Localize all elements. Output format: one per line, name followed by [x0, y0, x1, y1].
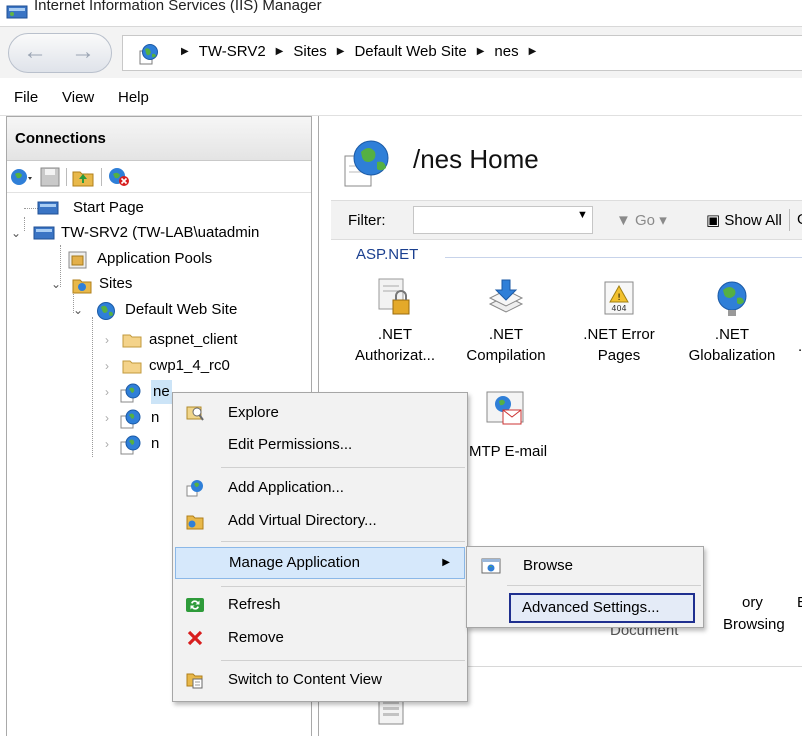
expand-chevron-icon[interactable]: ›	[105, 380, 109, 404]
add-application-icon	[186, 480, 203, 497]
expand-chevron-icon[interactable]: ›	[105, 354, 109, 378]
folder-icon	[122, 360, 142, 374]
feature-directory-browsing-line2[interactable]: Browsing	[723, 616, 785, 633]
menu-item-switch-content-view[interactable]: Switch to Content View	[175, 665, 465, 695]
feature-net-error-pages[interactable]: ! 404 .NET Error Pages	[559, 276, 679, 366]
lock-document-icon	[378, 278, 410, 315]
truncated-feature-label: .	[798, 338, 802, 355]
connections-header: Connections	[7, 117, 311, 161]
breadcrumb-nes[interactable]: nes	[494, 43, 518, 60]
website-globe-icon	[97, 302, 115, 320]
breadcrumb-separator-icon[interactable]: ▶	[337, 46, 345, 57]
breadcrumb-separator-icon[interactable]: ▶	[477, 46, 485, 57]
filter-label: Filter:	[348, 212, 386, 229]
breadcrumb: ▶ TW-SRV2 ▶ Sites ▶ Default Web Site ▶ n…	[171, 43, 546, 60]
iis-manager-icon	[6, 5, 28, 19]
context-menu: Explore Edit Permissions... Add Applicat…	[172, 392, 468, 702]
svg-text:404: 404	[611, 304, 626, 313]
breadcrumb-separator-icon[interactable]: ▶	[529, 46, 537, 57]
navigation-buttons: ← →	[8, 33, 112, 73]
menu-item-remove[interactable]: Remove	[175, 623, 465, 653]
page-title: /nes Home	[413, 144, 539, 174]
application-icon	[120, 409, 141, 429]
filter-dropdown-icon[interactable]: ▼	[577, 209, 588, 221]
group-by-button[interactable]: Gr	[797, 211, 802, 228]
feature-net-globalization[interactable]: .NET Globalization	[672, 276, 792, 366]
expand-chevron-icon[interactable]: ›	[105, 406, 109, 430]
expand-chevron-icon[interactable]: ›	[105, 432, 109, 456]
breadcrumb-separator-icon[interactable]: ▶	[181, 46, 189, 57]
application-home-icon	[344, 140, 389, 187]
application-icon	[120, 435, 141, 455]
svg-text:!: !	[617, 293, 621, 303]
sites-folder-icon	[72, 279, 92, 294]
menu-item-explore[interactable]: Explore	[175, 398, 465, 428]
connections-toolbar	[7, 161, 311, 193]
breadcrumb-field[interactable]: ▶ TW-SRV2 ▶ Sites ▶ Default Web Site ▶ n…	[122, 35, 802, 71]
explore-icon	[186, 406, 204, 421]
feature-smtp-email[interactable]: MTP E-mail	[469, 443, 547, 460]
breadcrumb-default-web-site[interactable]: Default Web Site	[354, 43, 466, 60]
menu-help[interactable]: Help	[118, 89, 149, 106]
menu-item-manage-application[interactable]: Manage Application ▶	[175, 547, 465, 579]
menu-item-refresh[interactable]: Refresh	[175, 590, 465, 620]
window-title: Internet Information Services (IIS) Mana…	[34, 0, 322, 14]
feature-net-compilation[interactable]: .NET Compilation	[446, 276, 566, 366]
breadcrumb-sites[interactable]: Sites	[293, 43, 326, 60]
filter-bar: Filter: ▼ ▼ Go ▾ ▣ Show All Gr	[331, 200, 802, 240]
application-pools-icon	[68, 251, 87, 269]
connect-icon[interactable]	[9, 166, 35, 188]
globe-icon	[717, 281, 747, 316]
go-button[interactable]: ▼ Go ▾	[616, 211, 667, 229]
menu-item-edit-permissions[interactable]: Edit Permissions...	[175, 430, 465, 460]
submenu-arrow-icon: ▶	[442, 557, 450, 568]
breadcrumb-server[interactable]: TW-SRV2	[199, 43, 266, 60]
filter-input[interactable]	[413, 206, 593, 234]
address-bar: ← → ▶ TW-SRV2 ▶ Sites ▶ Default Web Site…	[0, 26, 802, 78]
browse-icon	[481, 558, 501, 574]
menu-item-advanced-settings[interactable]: Advanced Settings...	[509, 593, 695, 623]
collapse-chevron-icon[interactable]: ⌄	[11, 221, 21, 245]
expand-chevron-icon[interactable]: ›	[105, 328, 109, 352]
site-globe-icon	[139, 44, 158, 65]
add-virtual-directory-icon	[186, 515, 204, 530]
error-page-icon: ! 404	[604, 281, 634, 315]
tree-item-server[interactable]: ⌄ TW-SRV2 (TW-LAB\uatadmin	[7, 221, 307, 245]
collapse-chevron-icon[interactable]: ⌄	[51, 272, 61, 296]
truncated-feature-e: E	[797, 594, 802, 611]
menu-view[interactable]: View	[62, 89, 94, 106]
refresh-icon	[186, 598, 204, 612]
menu-file[interactable]: File	[14, 89, 38, 106]
menu-bar: File View Help	[0, 78, 802, 116]
menu-item-add-virtual-directory[interactable]: Add Virtual Directory...	[175, 506, 465, 536]
content-view-icon	[186, 673, 203, 689]
forward-button[interactable]: →	[71, 39, 95, 65]
disconnect-icon[interactable]	[107, 166, 133, 188]
menu-item-add-application[interactable]: Add Application...	[175, 473, 465, 503]
group-divider	[445, 257, 802, 258]
feature-directory-browsing-line1[interactable]: ory	[742, 594, 763, 611]
breadcrumb-separator-icon[interactable]: ▶	[276, 46, 284, 57]
menu-item-browse[interactable]: Browse	[469, 551, 701, 581]
show-all-button[interactable]: ▣ Show All	[706, 211, 782, 229]
smtp-email-icon	[486, 391, 524, 425]
title-bar: Internet Information Services (IIS) Mana…	[0, 0, 802, 26]
remove-x-icon	[187, 630, 203, 646]
collapse-chevron-icon[interactable]: ⌄	[73, 298, 83, 322]
save-icon[interactable]	[39, 166, 61, 188]
start-page-icon	[37, 201, 59, 215]
feature-net-authorization[interactable]: .NET Authorizat...	[335, 276, 455, 366]
back-button[interactable]: ←	[23, 39, 47, 65]
up-level-icon[interactable]	[71, 166, 95, 188]
folder-icon	[122, 334, 142, 348]
compilation-stack-icon	[488, 279, 524, 313]
server-icon	[33, 226, 55, 240]
group-label-aspnet: ASP.NET	[356, 246, 425, 263]
application-icon	[120, 383, 141, 403]
